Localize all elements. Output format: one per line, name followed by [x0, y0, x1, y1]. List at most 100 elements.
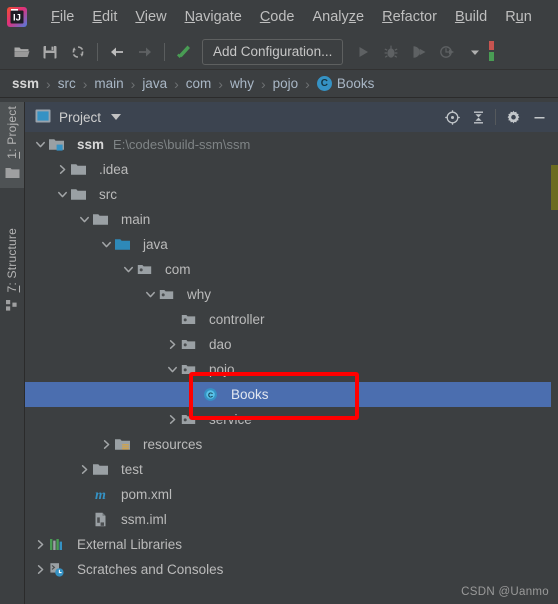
tree-row[interactable]: Scratches and Consoles: [25, 557, 558, 582]
tree-row[interactable]: pojo: [25, 357, 558, 382]
breadcrumb-item-main[interactable]: main: [94, 76, 123, 91]
breadcrumb-item-books[interactable]: Books: [337, 76, 375, 91]
tree-row-label: pojo: [209, 362, 235, 377]
watermark: CSDN @Uanmo: [461, 586, 549, 598]
menu-run[interactable]: Run: [496, 7, 541, 27]
breadcrumb-item-src[interactable]: src: [58, 76, 76, 91]
tree-row-label: why: [187, 287, 212, 302]
tree-row[interactable]: ssm.iml: [25, 507, 558, 532]
save-icon[interactable]: [36, 39, 64, 65]
tree-row-label: controller: [209, 312, 265, 327]
chevron-right-icon[interactable]: [77, 457, 92, 482]
menu-edit[interactable]: Edit: [83, 7, 126, 27]
tree-row[interactable]: test: [25, 457, 558, 482]
run-with-coverage-icon: [405, 39, 433, 65]
tree-row-label: main: [121, 212, 151, 227]
scroll-from-source-icon[interactable]: [439, 104, 465, 130]
tree-row-path: E:\codes\build-ssm\ssm: [113, 137, 251, 152]
build-hammer-icon[interactable]: [170, 39, 198, 65]
package-icon: [136, 261, 159, 278]
module-folder-icon: [48, 136, 71, 153]
project-folder-icon: [5, 166, 20, 182]
tree-row[interactable]: com: [25, 257, 558, 282]
chevron-down-icon[interactable]: [33, 132, 48, 157]
menu-navigate[interactable]: Navigate: [176, 7, 251, 27]
chevron-right-icon[interactable]: [165, 332, 180, 357]
sidebar-item-project[interactable]: 1: Project: [0, 102, 24, 188]
source-root-icon: [114, 236, 137, 253]
tree-row-label: resources: [143, 437, 203, 452]
breadcrumb-item-why[interactable]: why: [230, 76, 254, 91]
arrow-back-icon[interactable]: [103, 39, 131, 65]
chevron-down-icon[interactable]: [165, 357, 180, 382]
svg-text:C: C: [208, 392, 213, 399]
tree-row-label: test: [121, 462, 143, 477]
tree-row[interactable]: ssm E:\codes\build-ssm\ssm: [25, 132, 558, 157]
breadcrumb-item-com[interactable]: com: [186, 76, 212, 91]
tree-row[interactable]: why: [25, 282, 558, 307]
java-class-icon: C: [316, 76, 332, 91]
chevron-down-icon[interactable]: [461, 39, 489, 65]
chevron-right-icon[interactable]: [99, 432, 114, 457]
chevron-down-icon[interactable]: [99, 232, 114, 257]
tree-row-selected[interactable]: C Books: [25, 382, 558, 407]
add-configuration-button[interactable]: Add Configuration...: [202, 38, 344, 65]
breadcrumb-separator: ›: [82, 75, 88, 92]
breadcrumb-separator: ›: [46, 75, 51, 92]
vcs-incoming-indicator: [489, 40, 495, 50]
tree-row[interactable]: External Libraries: [25, 532, 558, 557]
gear-icon[interactable]: [500, 104, 526, 130]
tree-row[interactable]: java: [25, 232, 558, 257]
tree-row[interactable]: resources: [25, 432, 558, 457]
warning-marker: [551, 165, 558, 210]
java-class-icon: C: [202, 386, 225, 403]
svg-text:IJ: IJ: [13, 12, 21, 23]
chevron-right-icon[interactable]: [33, 532, 48, 557]
breadcrumb: ssm › src › main › java › com › why › po…: [0, 70, 558, 98]
tree-row[interactable]: main: [25, 207, 558, 232]
profiler-icon: [433, 39, 461, 65]
sidebar-item-structure[interactable]: 7: Structure: [0, 224, 24, 321]
tree-row[interactable]: service: [25, 407, 558, 432]
menu-build[interactable]: Build: [446, 7, 496, 27]
menu-view[interactable]: View: [126, 7, 175, 27]
sync-refresh-icon[interactable]: [64, 39, 92, 65]
menu-refactor[interactable]: Refactor: [373, 7, 446, 27]
tree-arrow-none: [77, 507, 92, 532]
chevron-right-icon[interactable]: [33, 557, 48, 582]
tree-row[interactable]: src: [25, 182, 558, 207]
breadcrumb-item-java[interactable]: java: [142, 76, 167, 91]
open-folder-icon[interactable]: [8, 39, 36, 65]
svg-text:m: m: [95, 488, 106, 503]
tree-row-label: src: [99, 187, 117, 202]
resource-root-icon: [114, 436, 137, 453]
project-tree[interactable]: ssm E:\codes\build-ssm\ssm .idea src main jav…: [25, 132, 558, 604]
menu-analyze[interactable]: Analyze: [304, 7, 374, 27]
breadcrumb-separator: ›: [260, 75, 266, 92]
chevron-right-icon[interactable]: [165, 407, 180, 432]
chevron-down-icon[interactable]: [121, 257, 136, 282]
minimize-icon[interactable]: [526, 104, 552, 130]
menu-file[interactable]: File: [42, 7, 83, 27]
chevron-down-icon[interactable]: [77, 207, 92, 232]
collapse-all-icon[interactable]: [465, 104, 491, 130]
menu-code[interactable]: Code: [251, 7, 304, 27]
tree-row[interactable]: m pom.xml: [25, 482, 558, 507]
tree-row[interactable]: dao: [25, 332, 558, 357]
folder-icon: [92, 461, 115, 478]
toolbar-separator-2: [164, 42, 165, 61]
iml-module-icon: [92, 511, 115, 528]
tree-row-label: Books: [231, 387, 269, 402]
chevron-down-icon[interactable]: [55, 182, 70, 207]
breadcrumb-item-pojo[interactable]: pojo: [273, 76, 299, 91]
chevron-down-icon[interactable]: [111, 114, 122, 120]
intellij-idea-logo-icon: IJ: [6, 6, 28, 28]
tree-row[interactable]: .idea: [25, 157, 558, 182]
chevron-down-icon[interactable]: [143, 282, 158, 307]
tree-row-label: service: [209, 412, 252, 427]
tree-arrow-none: [165, 307, 180, 332]
breadcrumb-item-ssm[interactable]: ssm: [12, 76, 39, 91]
chevron-right-icon[interactable]: [55, 157, 70, 182]
tree-row[interactable]: controller: [25, 307, 558, 332]
sidebar-item-structure-label: 7: Structure: [5, 228, 19, 293]
